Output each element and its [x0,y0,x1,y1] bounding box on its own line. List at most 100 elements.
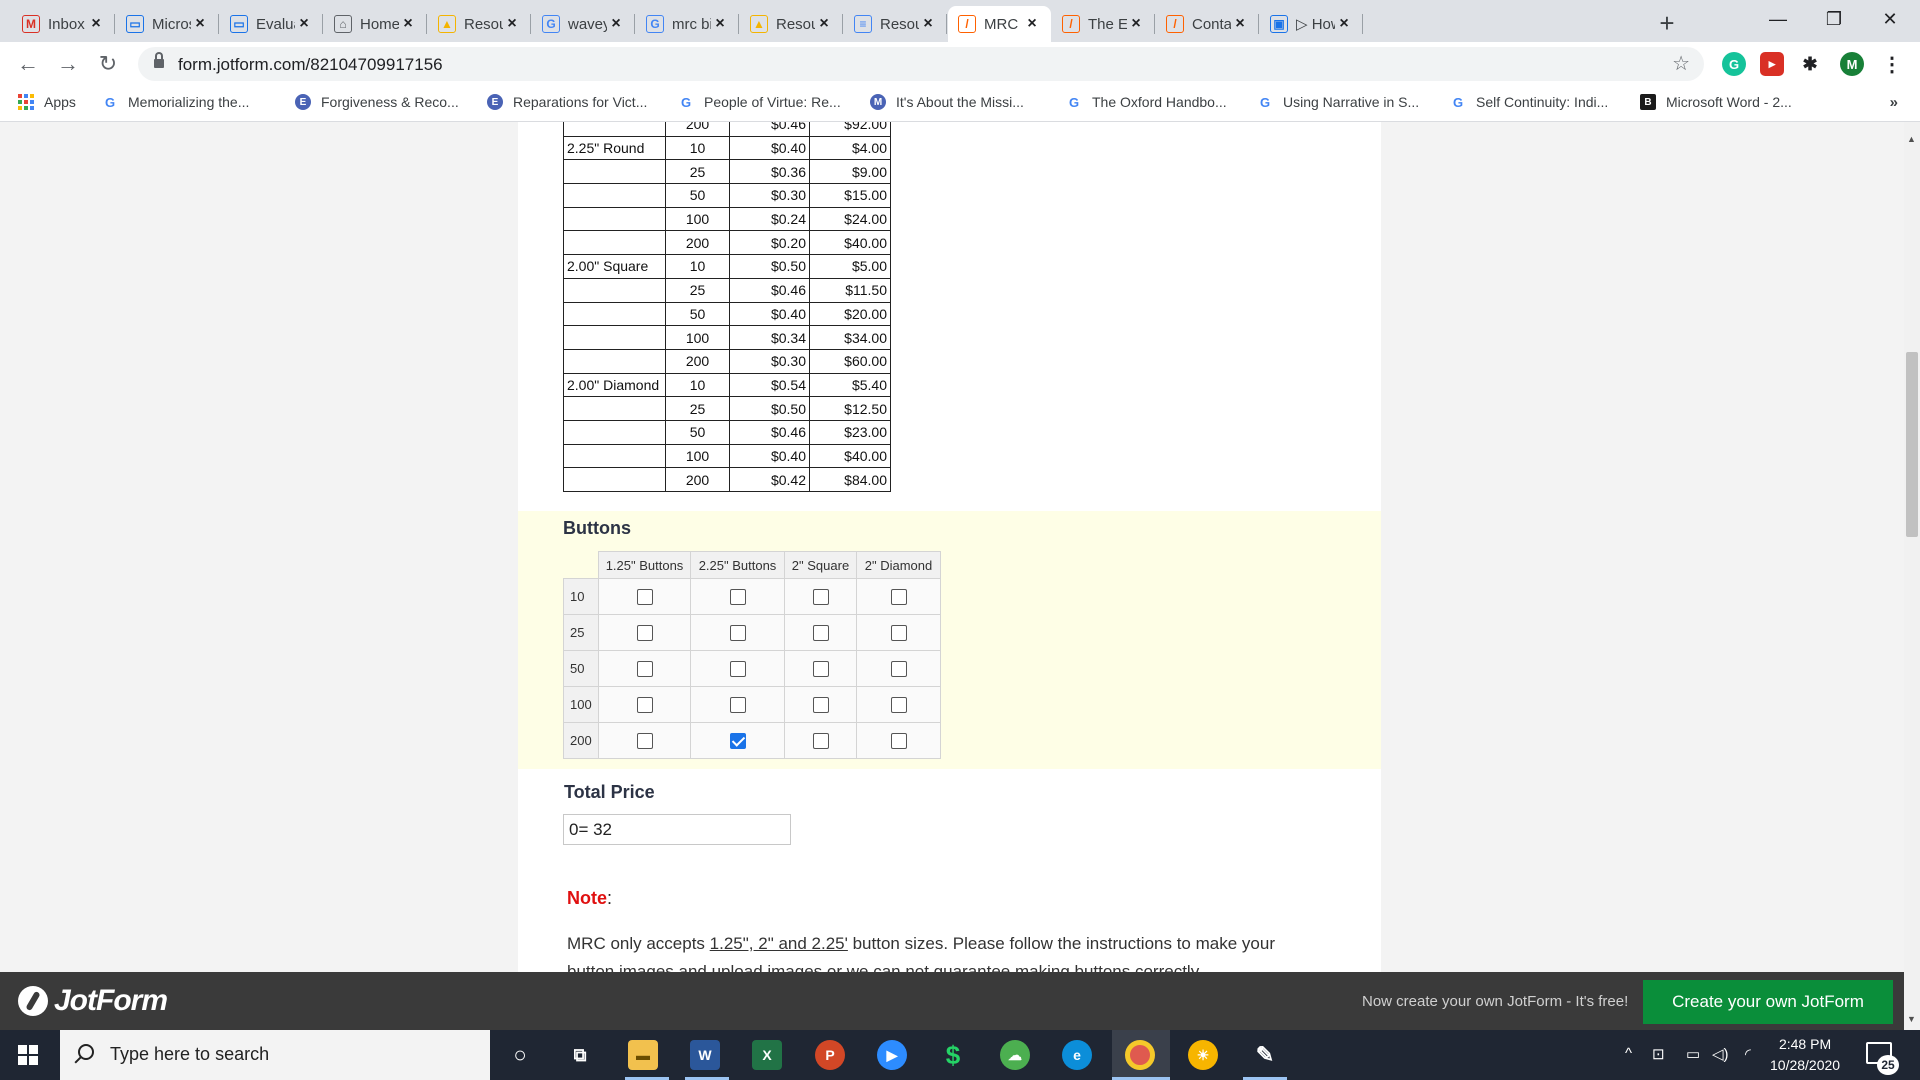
new-tab-button[interactable]: + [1652,8,1682,39]
tab-close-icon[interactable]: × [919,15,937,33]
task-view-icon[interactable]: ⧉ [565,1040,595,1070]
quantity-checkbox[interactable] [890,660,907,677]
bookmark-item[interactable]: G People of Virtue: Re... [678,94,841,110]
minimize-button[interactable]: — [1748,4,1808,34]
extension-icon[interactable]: ▸ [1760,52,1784,76]
tab-close-icon[interactable]: × [815,15,833,33]
powerpoint-icon[interactable]: P [815,1040,845,1070]
bookmark-item[interactable]: M It's About the Missi... [870,94,1024,110]
forward-icon[interactable]: → [54,50,82,78]
bookmark-item[interactable]: Apps [18,94,76,110]
tab-close-icon[interactable]: × [399,15,417,33]
browser-tab[interactable]: ⌂ Home × [324,6,427,42]
bookmarks-overflow[interactable]: » [1890,94,1898,111]
word-icon[interactable]: W [690,1040,720,1070]
close-window-button[interactable]: ✕ [1860,4,1920,34]
tab-close-icon[interactable]: × [191,15,209,33]
bookmark-item[interactable]: G Using Narrative in S... [1257,94,1419,110]
jotform-logo[interactable]: JotForm [18,984,168,1018]
quantity-checkbox[interactable] [812,660,829,677]
tab-close-icon[interactable]: × [1335,15,1353,33]
address-bar[interactable]: form.jotform.com/82104709917156 ☆ [138,47,1704,81]
browser-tab[interactable]: ▭ Evaluat× [220,6,323,42]
bookmark-item[interactable]: E Reparations for Vict... [487,94,647,110]
page-scrollbar[interactable]: ▲ ▼ [1904,122,1920,1030]
weather-icon[interactable]: ☀ [1188,1040,1218,1070]
tab-close-icon[interactable]: × [87,15,105,33]
tab-close-icon[interactable]: × [503,15,521,33]
bookmark-item[interactable]: G Self Continuity: Indi... [1450,94,1608,110]
wifi-icon[interactable]: ◜ [1745,1045,1751,1063]
tab-close-icon[interactable]: × [711,15,729,33]
grammarly-icon[interactable]: G [1722,52,1746,76]
quantity-checkbox[interactable] [636,624,653,641]
browser-tab[interactable]: ▲ Resour× [740,6,843,42]
profile-avatar[interactable]: M [1840,52,1864,76]
quantity-checkbox[interactable] [729,696,746,713]
battery-icon[interactable]: ▭ [1686,1045,1700,1063]
browser-tab[interactable]: ▭ Micros× [116,6,219,42]
puzzle-extensions-icon[interactable]: ✱ [1798,52,1822,76]
quantity-checkbox[interactable] [890,624,907,641]
quantity-checkbox[interactable] [729,624,746,641]
quantity-checkbox[interactable] [812,696,829,713]
volume-icon[interactable]: ◁) [1712,1045,1729,1063]
tab-close-icon[interactable]: × [607,15,625,33]
browser-tab[interactable]: / The Ea× [1052,6,1155,42]
tray-app-icon[interactable]: ⊡ [1652,1045,1665,1063]
quantity-checkbox[interactable] [636,732,653,749]
browser-tab[interactable]: ▣ ▷ How× [1260,6,1363,42]
quantity-checkbox[interactable] [636,696,653,713]
browser-tab[interactable]: / MRC R× [948,6,1051,42]
sizes-link[interactable]: 1.25", 2" and 2.25' [710,934,848,953]
quantity-checkbox[interactable] [729,660,746,677]
scroll-down-arrow[interactable]: ▼ [1907,1014,1916,1024]
menu-kebab-icon[interactable]: ⋮ [1880,52,1904,76]
file-explorer-icon[interactable]: ▬ [628,1040,658,1070]
browser-tab[interactable]: M Inbox (× [12,6,115,42]
edge-icon[interactable]: e [1062,1040,1092,1070]
back-icon[interactable]: ← [14,50,42,78]
browser-tab[interactable]: Gmrc bi × [636,6,739,42]
tab-close-icon[interactable]: × [1023,15,1041,33]
browser-tab[interactable]: / Contac× [1156,6,1259,42]
bookmark-item[interactable]: E Forgiveness & Reco... [295,94,459,110]
bookmark-item[interactable]: G Memorializing the... [102,94,249,110]
scroll-up-arrow[interactable]: ▲ [1907,134,1916,144]
tab-close-icon[interactable]: × [1231,15,1249,33]
tab-close-icon[interactable]: × [1127,15,1145,33]
cortana-icon[interactable]: ○ [505,1040,535,1070]
bookmark-star-icon[interactable]: ☆ [1672,51,1690,76]
create-jotform-button[interactable]: Create your own JotForm [1643,980,1893,1024]
browser-tab[interactable]: ≡ Resour× [844,6,947,42]
bookmark-item[interactable]: B Microsoft Word - 2... [1640,94,1792,110]
quantity-checkbox[interactable] [729,732,746,749]
zoom-icon[interactable]: ▶ [877,1040,907,1070]
taskbar-search[interactable]: Type here to search [60,1030,490,1080]
paint-icon[interactable]: ✎ [1250,1040,1280,1070]
windows-start-icon[interactable] [18,1045,38,1065]
quantity-checkbox[interactable] [636,660,653,677]
tab-close-icon[interactable]: × [295,15,313,33]
quantity-checkbox[interactable] [812,624,829,641]
quantity-checkbox[interactable] [636,588,653,605]
scroll-thumb[interactable] [1906,352,1918,537]
quantity-checkbox[interactable] [812,588,829,605]
browser-tab[interactable]: ▲ Resour× [428,6,531,42]
browser-tab[interactable]: Gwavey × [532,6,635,42]
reload-icon[interactable]: ↻ [94,50,122,78]
money-app-icon[interactable]: $ [938,1040,968,1070]
tray-chevron-icon[interactable]: ^ [1625,1045,1632,1062]
quantity-checkbox[interactable] [890,732,907,749]
bookmark-item[interactable]: G The Oxford Handbo... [1066,94,1227,110]
quantity-checkbox[interactable] [890,588,907,605]
total-price-input[interactable] [563,814,791,845]
excel-icon[interactable]: X [752,1040,782,1070]
restore-button[interactable]: ❐ [1804,4,1864,34]
system-clock[interactable]: 2:48 PM 10/28/2020 [1770,1034,1840,1076]
cloud-app-icon[interactable]: ☁ [1000,1040,1030,1070]
url-text[interactable]: form.jotform.com/82104709917156 [178,55,443,75]
quantity-checkbox[interactable] [729,588,746,605]
quantity-checkbox[interactable] [890,696,907,713]
quantity-checkbox[interactable] [812,732,829,749]
